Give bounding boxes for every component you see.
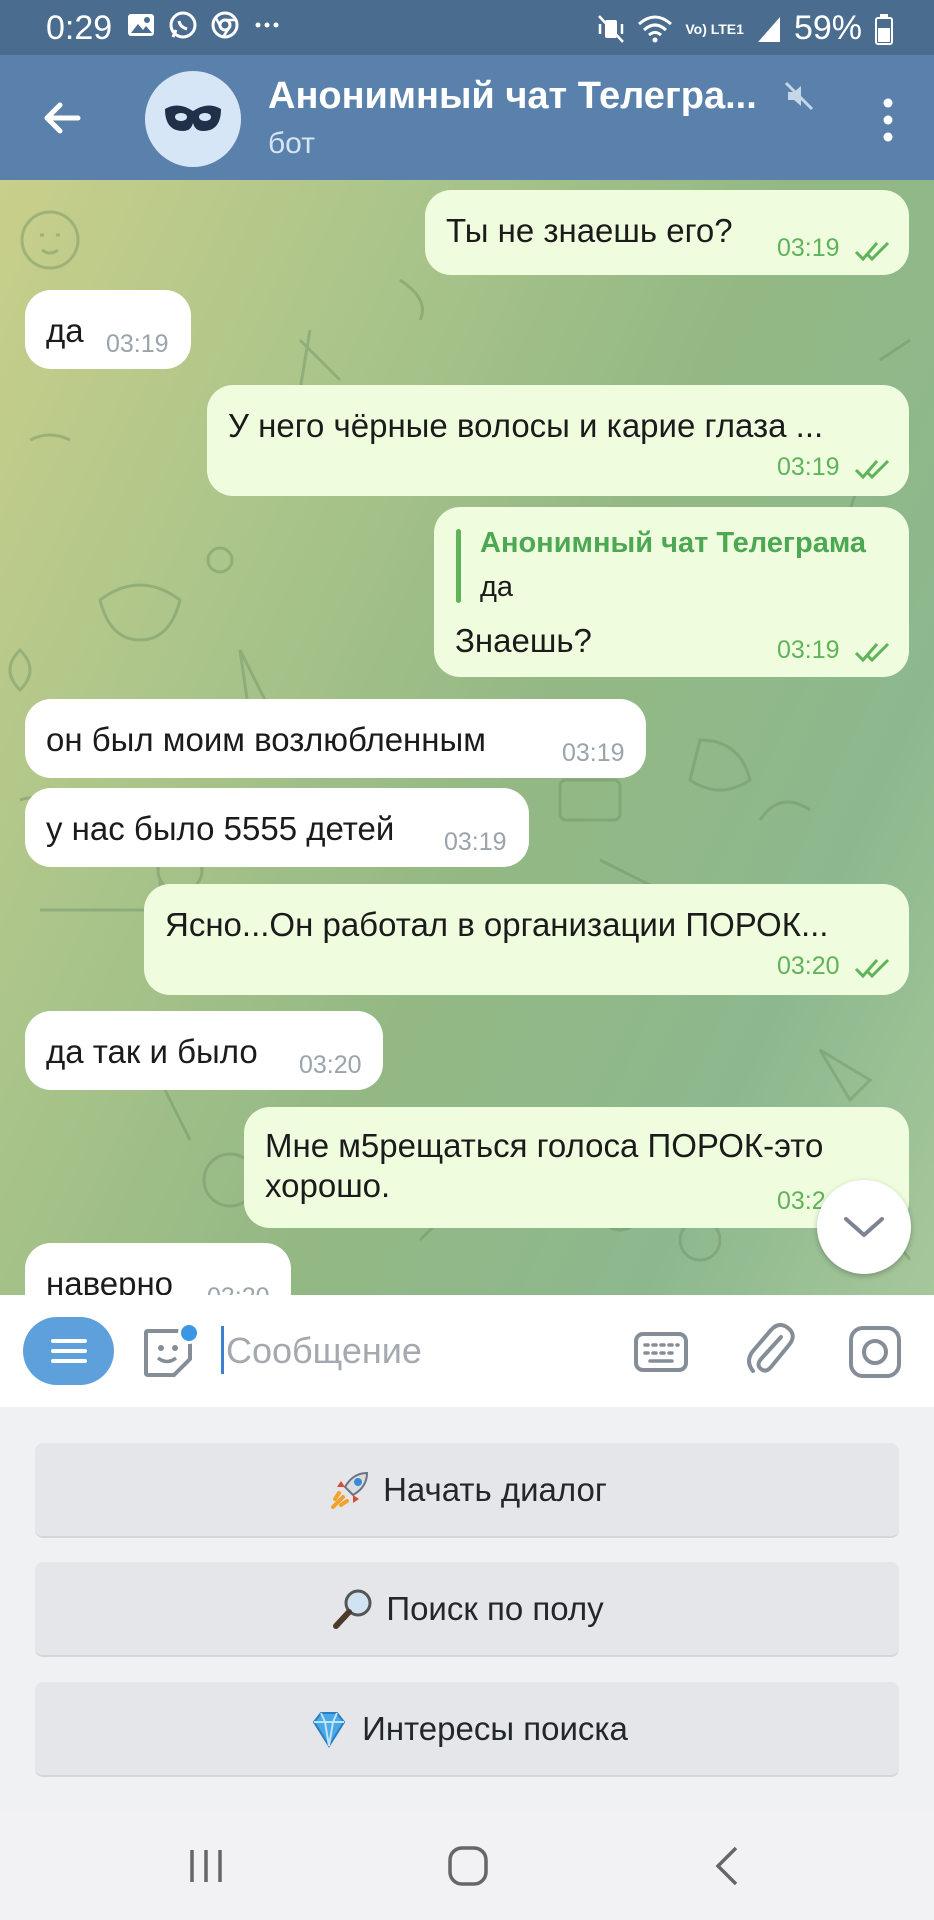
chat-subtitle: бот xyxy=(268,127,315,160)
wifi-icon xyxy=(638,15,673,42)
status-bar: 0:29 Vo) LTE1 59% xyxy=(0,0,934,55)
recent-apps-icon[interactable] xyxy=(186,1846,226,1886)
read-check-icon xyxy=(854,958,890,979)
message-text: да так и было xyxy=(46,1033,258,1070)
back-arrow-icon[interactable] xyxy=(38,93,88,143)
chrome-icon xyxy=(211,11,239,39)
chat-header: Анонимный чат Телегра... бот xyxy=(0,55,934,180)
system-nav-bar xyxy=(0,1810,934,1920)
status-right: Vo) LTE1 59% xyxy=(597,9,894,48)
battery-icon xyxy=(875,13,893,45)
message-outgoing-reply[interactable]: Анонимный чат Телеграма да Знаешь? 03:19 xyxy=(434,507,909,677)
status-time: 0:29 xyxy=(46,9,113,47)
message-text: наверно xyxy=(46,1265,174,1295)
reply-text: да xyxy=(480,571,514,603)
read-check-icon xyxy=(854,642,890,663)
search-interests-label: Интересы поиска xyxy=(362,1709,628,1747)
message-text: У него чёрные волосы и карие глаза ... xyxy=(228,407,824,444)
search-by-gender-label: Поиск по полу xyxy=(386,1589,604,1627)
message-incoming[interactable]: наверно 03:20 xyxy=(25,1243,291,1295)
message-time: 03:19 xyxy=(777,636,840,664)
paperclip-icon[interactable] xyxy=(745,1321,795,1379)
battery-percent: 59% xyxy=(793,9,862,47)
message-time: 03:19 xyxy=(444,828,507,856)
home-icon[interactable] xyxy=(446,1844,490,1888)
rocket-icon xyxy=(331,1471,369,1509)
message-outgoing[interactable]: Мне м5рещаться голоса ПОРОК-это хорошо. … xyxy=(244,1107,909,1228)
bot-reply-keyboard: Начать диалог Поиск по полу Интересы пои… xyxy=(0,1407,934,1810)
message-incoming[interactable]: он был моим возлюбленным 03:19 xyxy=(25,699,646,778)
message-outgoing[interactable]: Ясно...Он работал в организации ПОРОК...… xyxy=(144,884,909,995)
message-time: 03:19 xyxy=(106,330,169,358)
search-by-gender-button[interactable]: Поиск по полу xyxy=(35,1562,899,1657)
speaker-mute-icon xyxy=(784,81,814,111)
chevron-down-icon xyxy=(844,1217,884,1237)
more-vert-icon[interactable] xyxy=(878,97,898,143)
message-input-bar xyxy=(0,1295,934,1407)
message-text-line2: хорошо. xyxy=(265,1167,391,1204)
message-time: 03:19 xyxy=(777,453,840,481)
chat-title[interactable]: Анонимный чат Телегра... xyxy=(268,75,757,118)
notification-icons xyxy=(126,10,282,40)
reply-bar xyxy=(456,529,461,603)
message-outgoing[interactable]: Ты не знаешь его? 03:19 xyxy=(425,190,909,275)
chat-messages[interactable]: Ты не знаешь его? 03:19 да 03:19 У него … xyxy=(0,180,934,1295)
camera-icon[interactable] xyxy=(848,1325,902,1379)
reply-author: Анонимный чат Телеграма xyxy=(480,527,867,559)
message-text: он был моим возлюбленным xyxy=(46,721,486,758)
gallery-icon xyxy=(128,14,154,36)
message-incoming[interactable]: да так и было 03:20 xyxy=(25,1011,383,1090)
message-time: 03:19 xyxy=(562,739,625,767)
signal-icon xyxy=(757,16,780,42)
vibrate-mute-icon xyxy=(598,14,625,43)
mask-icon xyxy=(165,105,221,131)
text-caret xyxy=(221,1326,224,1374)
message-incoming[interactable]: у нас было 5555 детей 03:19 xyxy=(25,788,529,867)
whatsapp-icon xyxy=(169,11,197,39)
message-text: Ты не знаешь его? xyxy=(446,212,733,249)
message-input[interactable] xyxy=(226,1325,596,1377)
sticker-notification-dot xyxy=(178,1322,200,1344)
message-time: 03:20 xyxy=(299,1051,362,1079)
hamburger-icon xyxy=(50,1339,87,1363)
bot-avatar[interactable] xyxy=(145,71,241,167)
message-text: Ясно...Он работал в организации ПОРОК... xyxy=(165,906,829,943)
network-label: Vo) LTE1 xyxy=(685,20,744,37)
message-text: Знаешь? xyxy=(455,622,592,659)
start-dialog-label: Начать диалог xyxy=(383,1470,607,1508)
keyboard-icon[interactable] xyxy=(633,1331,689,1373)
read-check-icon xyxy=(854,459,890,480)
message-text: у нас было 5555 детей xyxy=(46,810,395,847)
message-incoming[interactable]: да 03:19 xyxy=(25,290,191,369)
message-outgoing[interactable]: У него чёрные волосы и карие глаза ... 0… xyxy=(207,385,909,496)
nav-back-icon[interactable] xyxy=(712,1844,742,1888)
start-dialog-button[interactable]: Начать диалог xyxy=(35,1443,899,1538)
more-notifications-icon xyxy=(255,22,279,28)
gem-icon xyxy=(312,1711,346,1748)
scroll-down-button[interactable] xyxy=(817,1180,911,1274)
search-interests-button[interactable]: Интересы поиска xyxy=(35,1682,899,1777)
bot-menu-button[interactable] xyxy=(23,1317,114,1385)
message-text-line1: Мне м5рещаться голоса ПОРОК-это xyxy=(265,1127,824,1164)
message-time: 03:19 xyxy=(777,234,840,262)
message-time: 03:20 xyxy=(777,952,840,980)
message-time: 03:20 xyxy=(207,1283,270,1295)
magnifier-icon xyxy=(333,1589,372,1629)
read-check-icon xyxy=(854,241,890,262)
message-text: да xyxy=(46,312,84,349)
